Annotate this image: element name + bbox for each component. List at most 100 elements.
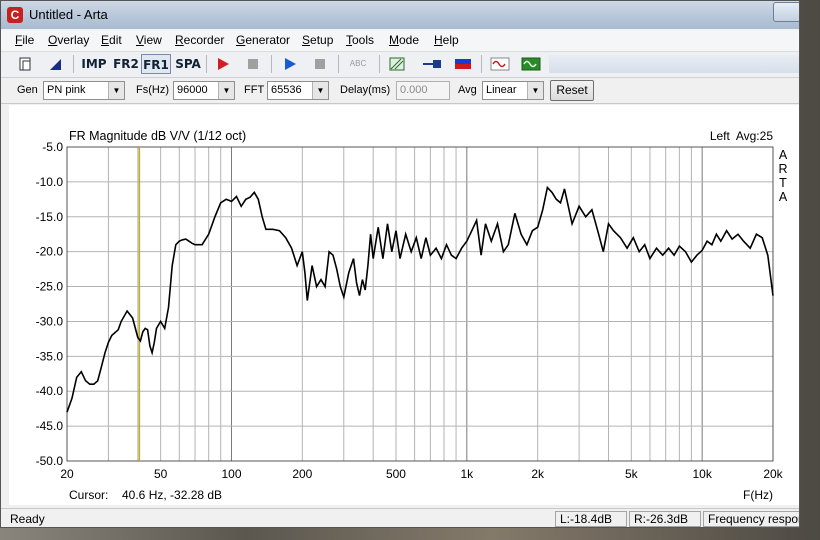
cursor-label: Cursor: bbox=[69, 488, 108, 502]
fr2-mode-button[interactable]: FR2 bbox=[111, 54, 141, 74]
new-document-button[interactable] bbox=[13, 54, 37, 74]
color-palette-button[interactable] bbox=[451, 54, 475, 74]
fft-select[interactable]: 65536 ▼ bbox=[267, 81, 329, 100]
y-tick-label: -30.0 bbox=[36, 314, 64, 328]
arta-logo-icon: C bbox=[7, 7, 23, 23]
fft-label: FFT bbox=[244, 84, 265, 96]
fr1-mode-button[interactable]: FR1 bbox=[141, 54, 171, 74]
fs-select[interactable]: 96000 ▼ bbox=[173, 81, 235, 100]
fs-select-value: 96000 bbox=[177, 84, 208, 96]
open-impulse-button[interactable] bbox=[43, 54, 67, 74]
toolbar: IMP FR2 FR1 SPA ABC bbox=[1, 52, 799, 78]
x-tick-label: 500 bbox=[386, 467, 406, 481]
menu-setup[interactable]: Setup bbox=[302, 33, 333, 47]
series-line bbox=[66, 185, 774, 413]
probe-icon bbox=[423, 60, 441, 68]
x-tick-label: 50 bbox=[154, 467, 168, 481]
fr-chart[interactable]: -5.0 -10.0 -15.0 -20.0 -25.0 -30.0 -35.0 -40.0 -… bbox=[9, 105, 799, 505]
menu-bar: File Overlay Edit View Recorder Generato… bbox=[1, 30, 799, 52]
x-axis-label: F(Hz) bbox=[743, 488, 773, 502]
avg-select[interactable]: Linear ▼ bbox=[482, 81, 544, 100]
record-button[interactable] bbox=[211, 54, 235, 74]
x-tick-label: 100 bbox=[221, 467, 241, 481]
spa-mode-button[interactable]: SPA bbox=[173, 54, 203, 74]
chevron-down-icon: ▼ bbox=[312, 82, 328, 99]
frequency-response-graph[interactable]: -5.0 -10.0 -15.0 -20.0 -25.0 -30.0 -35.0 -40.0 -… bbox=[9, 105, 799, 505]
stop-icon bbox=[315, 59, 325, 69]
palette-icon bbox=[455, 59, 471, 69]
minimize-button[interactable] bbox=[773, 2, 799, 22]
x-tick-label: 20 bbox=[60, 467, 74, 481]
generator-play-button[interactable] bbox=[278, 54, 302, 74]
hatched-icon bbox=[389, 57, 405, 71]
x-tick-label: 200 bbox=[292, 467, 312, 481]
status-left-level: L:-18.4dB bbox=[555, 511, 627, 527]
menu-recorder[interactable]: Recorder bbox=[175, 33, 224, 47]
toolbar-separator bbox=[271, 55, 272, 73]
arta-letter-a2: A bbox=[779, 190, 788, 204]
triangle-pointer-icon bbox=[50, 59, 61, 70]
chevron-down-icon: ▼ bbox=[527, 82, 543, 99]
y-tick-label: -15.0 bbox=[36, 210, 64, 224]
x-tick-label: 1k bbox=[460, 467, 474, 481]
cursor-value: 40.6 Hz, -32.28 dB bbox=[122, 488, 222, 502]
avg-label: Avg bbox=[458, 84, 477, 96]
menu-mode[interactable]: Mode bbox=[389, 33, 419, 47]
menu-overlay[interactable]: Overlay bbox=[48, 33, 89, 47]
menu-view[interactable]: View bbox=[136, 33, 162, 47]
x-tick-label: 10k bbox=[692, 467, 712, 481]
delay-label: Delay(ms) bbox=[340, 84, 391, 96]
status-mode: Frequency respor bbox=[703, 511, 799, 527]
toolbar-filler bbox=[549, 55, 799, 73]
x-tick-label: 20k bbox=[763, 467, 783, 481]
stop-icon bbox=[248, 59, 258, 69]
fft-select-value: 65536 bbox=[271, 84, 302, 96]
generator-stop-button[interactable] bbox=[308, 54, 332, 74]
impulse-mode-button[interactable]: IMP bbox=[79, 54, 109, 74]
y-tick-label: -35.0 bbox=[36, 349, 64, 363]
probe-button[interactable] bbox=[420, 54, 444, 74]
toolbar-separator bbox=[338, 55, 339, 73]
y-tick-label: -5.0 bbox=[42, 140, 63, 154]
y-tick-label: -10.0 bbox=[36, 175, 64, 189]
abc-button[interactable]: ABC bbox=[343, 54, 373, 74]
menu-generator[interactable]: Generator bbox=[236, 33, 290, 47]
arta-window: C Untitled - Arta File Overlay Edit View… bbox=[0, 0, 800, 528]
reset-button[interactable]: Reset bbox=[550, 80, 594, 101]
delay-field: 0.000 bbox=[396, 81, 450, 100]
menu-file[interactable]: File bbox=[15, 33, 34, 47]
play-red-icon bbox=[218, 58, 229, 70]
menu-help[interactable]: Help bbox=[434, 33, 459, 47]
control-bar: Gen PN pink ▼ Fs(Hz) 96000 ▼ FFT 65536 ▼… bbox=[1, 78, 799, 104]
title-bar[interactable]: C Untitled - Arta bbox=[1, 1, 799, 29]
y-tick-label: -40.0 bbox=[36, 384, 64, 398]
status-right-level: R:-26.3dB bbox=[629, 511, 701, 527]
channel-info: Left Avg:25 bbox=[710, 129, 773, 143]
sine-green-button[interactable] bbox=[519, 54, 543, 74]
arta-letter-r: R bbox=[778, 162, 787, 176]
y-tick-label: -25.0 bbox=[36, 280, 64, 294]
chevron-down-icon: ▼ bbox=[108, 82, 124, 99]
toolbar-separator bbox=[379, 55, 380, 73]
window-title: Untitled - Arta bbox=[29, 7, 108, 22]
waterfall-button[interactable] bbox=[385, 54, 409, 74]
avg-select-value: Linear bbox=[486, 84, 517, 96]
sine-generator-button[interactable] bbox=[488, 54, 512, 74]
status-ready: Ready bbox=[10, 512, 45, 526]
chart-title: FR Magnitude dB V/V (1/12 oct) bbox=[69, 129, 246, 143]
menu-edit[interactable]: Edit bbox=[101, 33, 122, 47]
plot-frame bbox=[66, 146, 774, 462]
x-tick-label: 5k bbox=[625, 467, 639, 481]
menu-tools[interactable]: Tools bbox=[346, 33, 374, 47]
gen-select-value: PN pink bbox=[47, 84, 86, 96]
x-tick-labels: 20 50 100 200 500 1k 2k 5k 10k 20k bbox=[60, 467, 783, 481]
chart-grid bbox=[66, 146, 774, 462]
arta-letter-a1: A bbox=[779, 148, 788, 162]
toolbar-separator bbox=[206, 55, 207, 73]
toolbar-separator bbox=[73, 55, 74, 73]
gen-select[interactable]: PN pink ▼ bbox=[43, 81, 125, 100]
sine-green-icon bbox=[521, 57, 541, 71]
stop-button[interactable] bbox=[241, 54, 265, 74]
y-tick-label: -45.0 bbox=[36, 419, 64, 433]
sine-red-icon bbox=[490, 57, 510, 71]
